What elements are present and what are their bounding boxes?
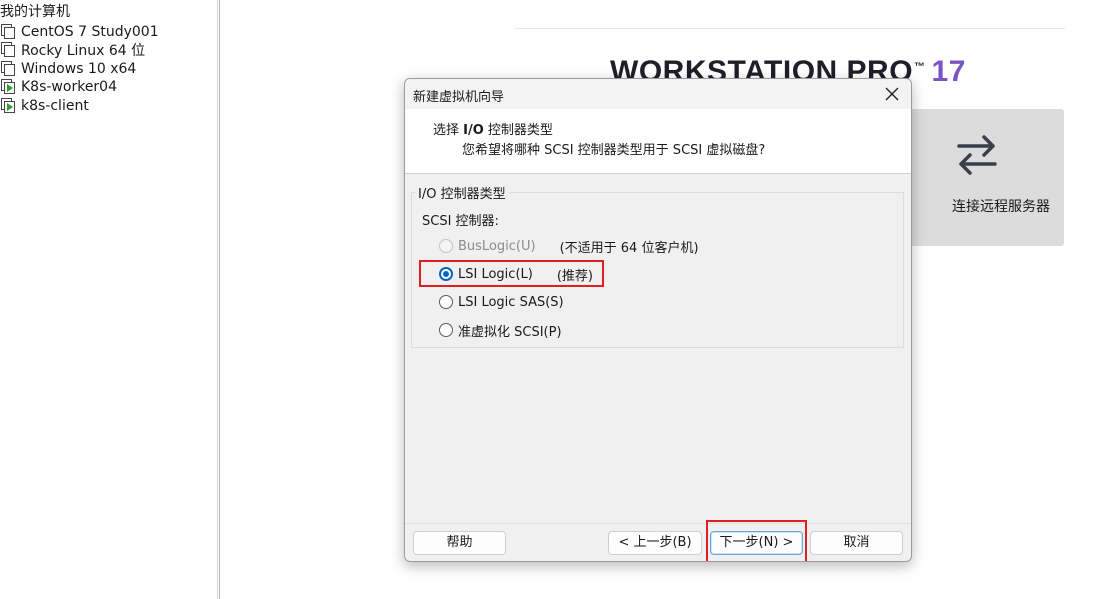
dialog-titlebar[interactable]: 新建虚拟机向导 [405,79,911,109]
brand-trademark: ™ [914,61,926,73]
lsi-logic-sas-radio[interactable] [439,295,453,309]
vm-icon [1,41,16,58]
help-button[interactable]: 帮助 [413,531,506,555]
connect-remote-server-tile[interactable]: 连接远程服务器 [905,109,1064,246]
io-controller-group-label: I/O 控制器类型 [415,183,509,202]
step-title-prefix: 选择 [433,123,464,138]
vm-icon [1,60,16,77]
library-item-windows[interactable]: Windows 10 x64 [0,59,136,78]
swap-arrows-icon [957,135,997,175]
vm-name: CentOS 7 Study001 [21,23,159,40]
home-divider [515,28,1065,29]
vm-icon [1,23,16,40]
option-buslogic[interactable]: BusLogic(U) (不适用于 64 位客户机) [439,236,699,256]
vm-name: K8s-worker04 [21,78,117,95]
library-item-k8s-client[interactable]: k8s-client [0,96,89,115]
library-item-rocky[interactable]: Rocky Linux 64 位 [0,40,145,59]
vm-running-icon [1,97,16,114]
step-title-suffix: 控制器类型 [483,123,553,138]
vm-name: k8s-client [21,97,89,114]
highlight-box-lsi-logic [419,260,604,287]
scsi-controller-label: SCSI 控制器: [422,214,499,229]
cancel-button[interactable]: 取消 [810,531,903,555]
new-vm-wizard-dialog: 新建虚拟机向导 选择 I/O 控制器类型 您希望将哪种 SCSI 控制器类型用于… [404,78,912,562]
wizard-header: 选择 I/O 控制器类型 您希望将哪种 SCSI 控制器类型用于 SCSI 虚拟… [405,109,911,174]
paravirtual-scsi-radio[interactable] [439,323,453,337]
buslogic-label: BusLogic(U) [458,238,536,254]
wizard-step-subtitle: 您希望将哪种 SCSI 控制器类型用于 SCSI 虚拟磁盘? [462,143,766,158]
footer-divider [405,523,911,524]
library-divider [217,0,218,599]
option-paravirtual-scsi[interactable]: 准虚拟化 SCSI(P) [439,320,562,340]
library-item-k8s-worker04[interactable]: K8s-worker04 [0,77,117,96]
lsi-logic-sas-label: LSI Logic SAS(S) [458,294,564,310]
highlight-box-next [706,520,807,561]
vm-running-icon [1,78,16,95]
wizard-step-title: 选择 I/O 控制器类型 [433,119,553,138]
paravirtual-scsi-label: 准虚拟化 SCSI(P) [458,324,562,340]
option-lsi-logic-sas[interactable]: LSI Logic SAS(S) [439,292,564,312]
buslogic-note: (不适用于 64 位客户机) [559,240,699,256]
back-button[interactable]: < 上一步(B) [608,531,702,555]
vm-name: Windows 10 x64 [21,60,137,77]
library-root-my-computer[interactable]: 我的计算机 [0,3,70,21]
buslogic-radio[interactable] [439,239,453,253]
connect-remote-server-label: 连接远程服务器 [952,199,1050,215]
library-panel: 我的计算机 CentOS 7 Study001 Rocky Linux 64 位… [0,0,220,599]
brand-version: 17 [931,55,966,88]
library-item-centos[interactable]: CentOS 7 Study001 [0,22,159,41]
close-icon[interactable] [881,83,903,105]
step-title-io: I/O [463,123,484,138]
vm-name: Rocky Linux 64 位 [21,42,146,59]
dialog-title: 新建虚拟机向导 [413,90,505,105]
